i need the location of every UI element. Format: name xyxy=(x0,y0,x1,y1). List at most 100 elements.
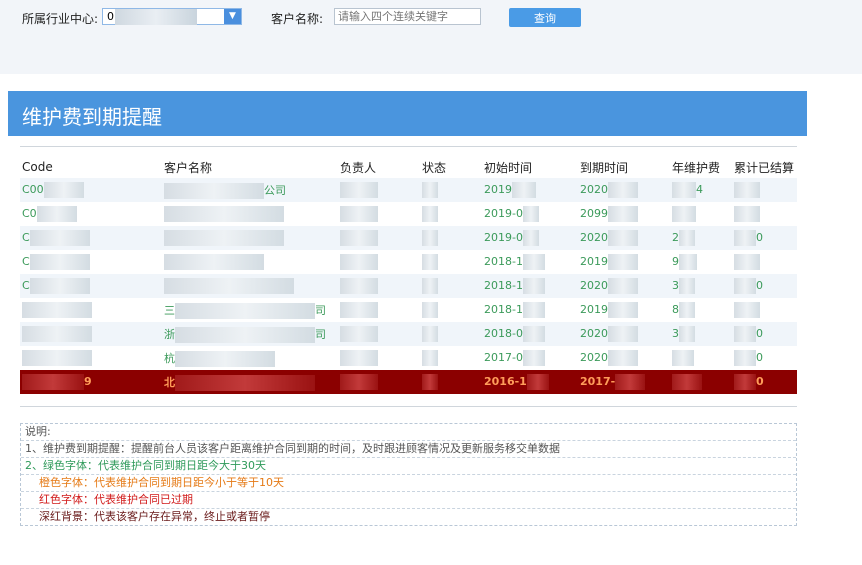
cell-status xyxy=(420,346,482,370)
cell-customer: 北 xyxy=(162,370,338,394)
col-header-settled[interactable]: 累计已结算 xyxy=(732,156,797,178)
cell-fee xyxy=(670,346,732,370)
cell-code: C xyxy=(20,226,162,250)
cell-end: 2099 xyxy=(578,202,670,226)
table-row-anomaly[interactable]: 9 北 2016-1 2017- 0 xyxy=(20,370,797,394)
cell-customer: 杭 xyxy=(162,346,338,370)
col-header-code[interactable]: Code xyxy=(20,156,162,178)
cell-end: 2020 xyxy=(578,274,670,298)
cell-owner xyxy=(338,178,420,202)
industry-label: 所属行业中心: xyxy=(22,12,99,26)
cell-end: 2020 xyxy=(578,178,670,202)
cell-status xyxy=(420,226,482,250)
cell-settled: 0 xyxy=(732,274,797,298)
cell-status xyxy=(420,322,482,346)
cell-customer xyxy=(162,274,338,298)
cell-settled: 0 xyxy=(732,370,797,394)
cell-fee: 4 xyxy=(670,178,732,202)
cell-status xyxy=(420,202,482,226)
cell-status xyxy=(420,274,482,298)
cell-code: 9 xyxy=(20,370,162,394)
cell-status xyxy=(420,250,482,274)
table-row[interactable]: 杭 2017-0 2020 0 xyxy=(20,346,797,370)
cell-owner xyxy=(338,250,420,274)
cell-start: 2016-1 xyxy=(482,370,578,394)
note-line-orange: 橙色字体：代表维护合同到期日距今小于等于10天 xyxy=(21,475,796,492)
table-row[interactable]: C00 公司 2019 2020 4 xyxy=(20,178,797,202)
cell-owner xyxy=(338,346,420,370)
notes-title: 说明: xyxy=(21,424,796,441)
query-button[interactable]: 查询 xyxy=(509,8,581,27)
cell-owner xyxy=(338,226,420,250)
cell-fee: 3 xyxy=(670,322,732,346)
panel-header: 维护费到期提醒 xyxy=(8,91,807,136)
cell-settled xyxy=(732,298,797,322)
cell-start: 2019-0 xyxy=(482,226,578,250)
cell-owner xyxy=(338,298,420,322)
divider xyxy=(20,146,797,147)
cell-customer xyxy=(162,250,338,274)
customer-search-input[interactable] xyxy=(334,8,481,25)
cell-code: C00 xyxy=(20,178,162,202)
redacted-value xyxy=(115,9,197,25)
col-header-start[interactable]: 初始时间 xyxy=(482,156,578,178)
chevron-down-icon[interactable]: ▼ xyxy=(224,9,241,24)
cell-fee xyxy=(670,370,732,394)
cell-start: 2018-0 xyxy=(482,322,578,346)
filter-bar: 所属行业中心: 0 ▼ 客户名称: 查询 xyxy=(0,0,862,74)
cell-start: 2018-1 xyxy=(482,274,578,298)
cell-end: 2019 xyxy=(578,298,670,322)
cell-owner xyxy=(338,370,420,394)
cell-fee: 8 xyxy=(670,298,732,322)
cell-settled: 0 xyxy=(732,322,797,346)
cell-start: 2018-1 xyxy=(482,298,578,322)
cell-fee: 2 xyxy=(670,226,732,250)
divider xyxy=(20,406,797,407)
panel-title: 维护费到期提醒 xyxy=(22,105,162,129)
industry-select-value: 0 xyxy=(107,10,114,23)
cell-status xyxy=(420,298,482,322)
cell-settled: 0 xyxy=(732,226,797,250)
cell-start: 2019-0 xyxy=(482,202,578,226)
cell-owner xyxy=(338,322,420,346)
cell-code xyxy=(20,322,162,346)
cell-fee: 9 xyxy=(670,250,732,274)
cell-owner xyxy=(338,274,420,298)
cell-code xyxy=(20,298,162,322)
table-row[interactable]: 浙司 2018-0 2020 3 0 xyxy=(20,322,797,346)
table-row[interactable]: C 2018-1 2019 9 xyxy=(20,250,797,274)
col-header-status[interactable]: 状态 xyxy=(420,156,482,178)
cell-start: 2017-0 xyxy=(482,346,578,370)
col-header-owner[interactable]: 负责人 xyxy=(338,156,420,178)
note-line-1: 1、维护费到期提醒：提醒前台人员该客户距离维护合同到期的时间，及时跟进顾客情况及… xyxy=(21,441,796,458)
table-row[interactable]: C 2018-1 2020 3 0 xyxy=(20,274,797,298)
cell-customer: 公司 xyxy=(162,178,338,202)
cell-fee: 3 xyxy=(670,274,732,298)
cell-end: 2020 xyxy=(578,322,670,346)
table-row[interactable]: C 2019-0 2020 2 0 xyxy=(20,226,797,250)
col-header-fee[interactable]: 年维护费 xyxy=(670,156,732,178)
cell-code xyxy=(20,346,162,370)
cell-settled xyxy=(732,250,797,274)
industry-select[interactable]: 0 ▼ xyxy=(102,8,242,25)
cell-end: 2020 xyxy=(578,226,670,250)
note-line-green: 2、绿色字体：代表维护合同到期日距今大于30天 xyxy=(21,458,796,475)
table-row[interactable]: 三司 2018-1 2019 8 xyxy=(20,298,797,322)
cell-settled xyxy=(732,178,797,202)
cell-code: C xyxy=(20,274,162,298)
note-line-darkred: 深红背景：代表该客户存在异常，终止或者暂停 xyxy=(39,510,270,523)
cell-status xyxy=(420,178,482,202)
note-line-red: 红色字体：代表维护合同已过期 xyxy=(21,492,796,509)
cell-owner xyxy=(338,202,420,226)
reminder-table: Code 客户名称 负责人 状态 初始时间 到期时间 年维护费 累计已结算 C0… xyxy=(20,156,797,394)
cell-settled xyxy=(732,202,797,226)
table-header-row: Code 客户名称 负责人 状态 初始时间 到期时间 年维护费 累计已结算 xyxy=(20,156,797,178)
cell-start: 2018-1 xyxy=(482,250,578,274)
customer-label: 客户名称: xyxy=(271,12,324,26)
col-header-customer[interactable]: 客户名称 xyxy=(162,156,338,178)
cell-end: 2019 xyxy=(578,250,670,274)
table-row[interactable]: C0 2019-0 2099 xyxy=(20,202,797,226)
cell-customer xyxy=(162,226,338,250)
cell-code: C0 xyxy=(20,202,162,226)
col-header-end[interactable]: 到期时间 xyxy=(578,156,670,178)
